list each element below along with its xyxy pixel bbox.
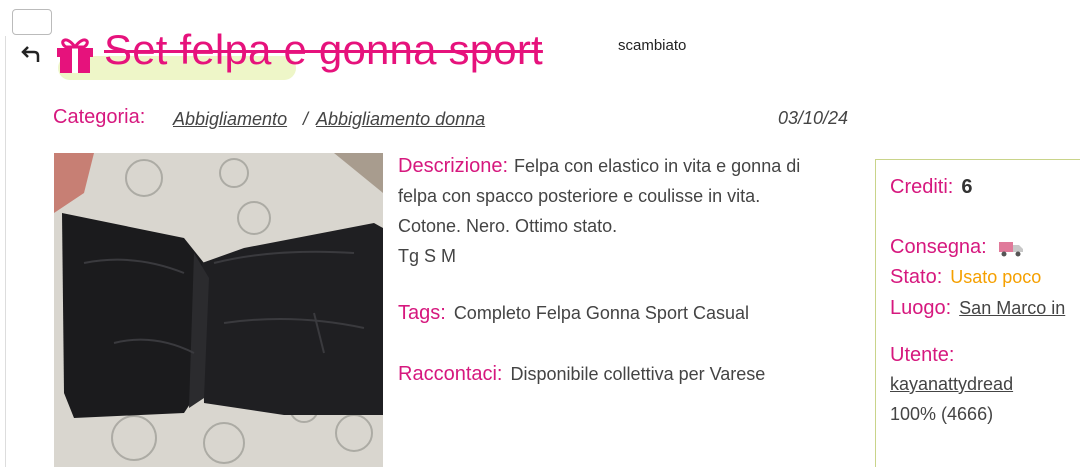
delivery-truck-icon [999, 241, 1024, 257]
state-row: Stato: Usato poco [890, 266, 1041, 289]
tags-label: Tags: [398, 302, 446, 324]
description-line-3: Cotone. Nero. Ottimo stato. [398, 216, 618, 236]
window-tab-stub[interactable] [12, 9, 52, 35]
description-line-4: Tg S M [398, 246, 457, 266]
place-link[interactable]: San Marco in [959, 298, 1065, 318]
post-date: 03/10/24 [778, 108, 849, 128]
delivery-label: Consegna: [890, 236, 987, 258]
place-label: Luogo: [890, 297, 952, 319]
left-divider [0, 36, 6, 467]
user-rating: 100% (4666) [890, 404, 994, 424]
state-value: Usato poco [950, 267, 1042, 287]
place-row: Luogo: San Marco in [890, 297, 1065, 320]
back-arrow-icon[interactable] [18, 42, 44, 68]
user-link[interactable]: kayanattydread [890, 374, 1013, 395]
contact-label: Raccontaci: [398, 363, 503, 385]
contact-value: Disponibile collettiva per Varese [510, 364, 766, 384]
gift-icon [57, 38, 93, 73]
tags-row: Tags: Completo Felpa Gonna Sport Casual [398, 302, 749, 325]
description-line-1: Felpa con elastico in vita e gonna di [514, 156, 801, 176]
credits-row: Crediti: 6 [890, 176, 972, 199]
delivery-row: Consegna: [890, 236, 1024, 259]
description-label: Descrizione: [398, 155, 509, 177]
state-label: Stato: [890, 266, 943, 288]
page-title: Set felpa e gonna sport [104, 26, 543, 73]
description-line-2: felpa con spacco posteriore e coulisse i… [398, 186, 761, 206]
credits-value: 6 [961, 176, 973, 198]
category-label: Categoria: [53, 106, 146, 128]
category-link[interactable]: Abbigliamento [173, 109, 287, 130]
category-separator: / [303, 109, 309, 129]
user-row: Utente: [890, 344, 954, 367]
description-block: Descrizione: Felpa con elastico in vita e… [398, 151, 858, 271]
credits-label: Crediti: [890, 176, 954, 198]
info-panel: Crediti: 6 Consegna: Stato: Usato poco Luo… [875, 159, 1080, 467]
subcategory-link[interactable]: Abbigliamento donna [316, 109, 485, 130]
contact-row: Raccontaci: Disponibile collettiva per Va… [398, 363, 765, 386]
tags-value: Completo Felpa Gonna Sport Casual [453, 303, 749, 323]
user-label: Utente: [890, 344, 955, 366]
product-photo[interactable] [54, 153, 383, 467]
status-badge: scambiato [618, 37, 687, 54]
